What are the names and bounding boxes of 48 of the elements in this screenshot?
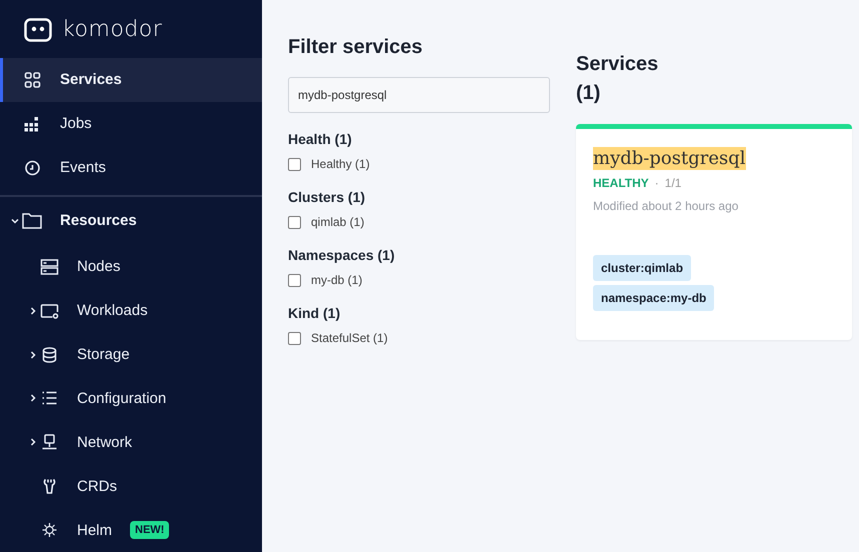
nav-item[interactable]: Jobs (0, 102, 262, 146)
new-badge: NEW! (130, 521, 170, 540)
nav-item[interactable]: Configuration (0, 376, 262, 420)
nav-item[interactable]: Events (0, 146, 262, 190)
checkbox[interactable] (288, 332, 301, 344)
logo-icon (24, 18, 52, 42)
checkbox-label: StatefulSet (1) (311, 331, 388, 345)
filter-group-title: Clusters (1) (288, 189, 366, 205)
nav-item[interactable]: Nodes (0, 244, 262, 289)
tag: cluster:qimlab (593, 255, 692, 281)
nav-item[interactable]: Helm NEW! (0, 508, 262, 552)
list-icon (40, 390, 59, 406)
separator-dot: · (654, 176, 659, 190)
nav-item[interactable]: Network (0, 420, 262, 464)
filter-group-title: Namespaces (1) (288, 247, 396, 263)
health-status: HEALTHY (593, 176, 649, 190)
search-field[interactable]: mydb-postgresql (288, 77, 550, 113)
server-icon (40, 258, 59, 275)
filter-group-title: Kind (1) (288, 305, 342, 321)
monitor-icon (40, 434, 59, 450)
replica-count: 1/1 (664, 176, 682, 190)
database-icon (40, 346, 59, 362)
grid-icon (24, 72, 41, 88)
nav-item[interactable]: Services (0, 58, 262, 102)
helm-wheel-icon (40, 522, 59, 538)
dots-icon (24, 116, 41, 132)
services-count: (1) (576, 81, 602, 106)
nav-item[interactable]: Storage (0, 332, 262, 376)
service-card[interactable]: mydb-postgresql HEALTHY · 1/1 Modified about 2 hours ago cluster:qimlab namespace:my-db (576, 124, 852, 340)
nav-item[interactable]: Workloads (0, 288, 262, 333)
filter-title: Filter services (288, 36, 424, 59)
checkbox-label: qimlab (1) (311, 215, 364, 229)
logo-text: komodor (62, 17, 162, 42)
clock-icon (24, 160, 41, 176)
service-name: mydb-postgresql (593, 147, 746, 170)
services-title: Services (576, 52, 660, 77)
modified-time: Modified about 2 hours ago (593, 199, 740, 213)
tag: namespace:my-db (593, 285, 714, 311)
nav-item[interactable]: CRDs (0, 464, 262, 508)
checkbox[interactable] (288, 216, 301, 228)
resources-section[interactable]: Resources (0, 196, 262, 245)
checkbox[interactable] (288, 274, 301, 286)
folder-icon (22, 212, 42, 230)
checkbox[interactable] (288, 158, 301, 170)
checkbox-label: my-db (1) (311, 273, 362, 287)
filter-group-title: Health (1) (288, 131, 353, 147)
window-gear-icon (40, 302, 59, 319)
checkbox-label: Healthy (1) (311, 157, 370, 171)
